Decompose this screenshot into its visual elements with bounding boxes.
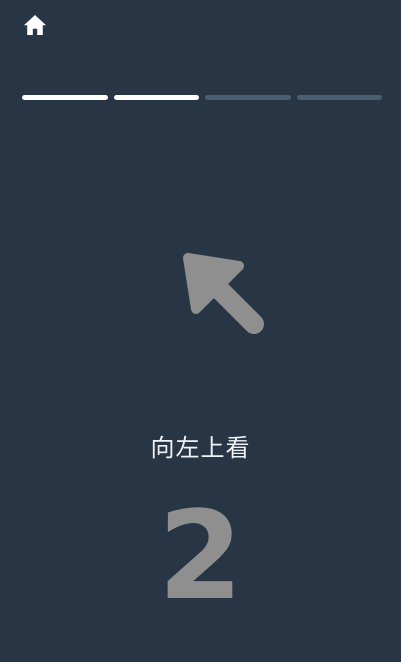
instruction-text: 向左上看 bbox=[150, 434, 251, 462]
gaze-test-screen: 向左上看 2 bbox=[0, 0, 401, 662]
home-icon bbox=[23, 15, 47, 35]
direction-arrow-container bbox=[170, 240, 280, 350]
home-button[interactable] bbox=[20, 10, 50, 40]
progress-segment bbox=[296, 95, 382, 100]
progress-segment bbox=[22, 95, 108, 100]
arrow-up-left-icon bbox=[183, 253, 264, 334]
countdown-number: 2 bbox=[158, 485, 243, 627]
progress-bar bbox=[22, 95, 382, 101]
progress-segment bbox=[205, 95, 291, 100]
progress-segment bbox=[113, 95, 199, 100]
